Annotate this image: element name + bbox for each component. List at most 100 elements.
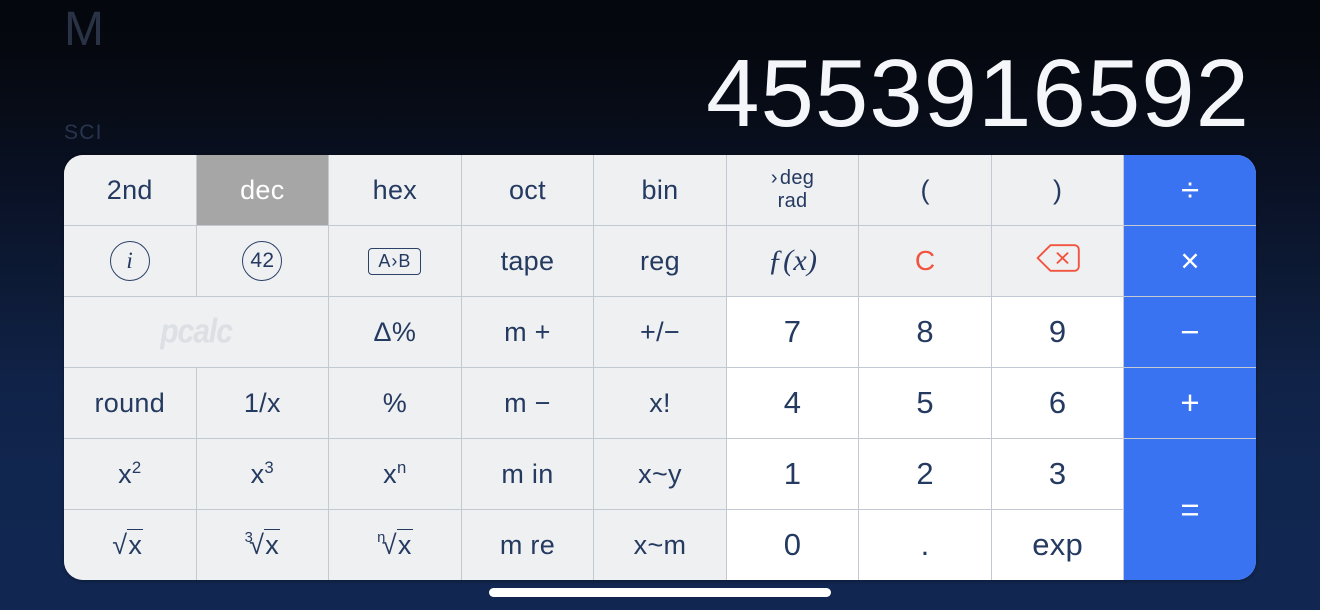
key-delta-percent[interactable]: Δ% (329, 297, 461, 367)
key-sign-toggle[interactable]: +/− (594, 297, 726, 367)
key-reg[interactable]: reg (594, 226, 726, 296)
key-4[interactable]: 4 (726, 368, 859, 438)
key-label: 9 (1048, 314, 1067, 349)
key-cube[interactable]: x3 (196, 439, 329, 509)
key-label: dec (240, 174, 285, 205)
root-glyph: √x (112, 528, 144, 560)
convert-a: A (378, 250, 392, 271)
key-0[interactable]: 0 (726, 510, 859, 580)
deg-rad-stack: › deg rad (771, 167, 814, 213)
key-label: 8 (916, 314, 934, 349)
radicand: x (127, 528, 144, 560)
key-label: m − (504, 387, 551, 418)
root-glyph: √x (249, 528, 281, 560)
home-indicator[interactable] (489, 588, 831, 597)
key-percent[interactable]: % (329, 368, 461, 438)
key-label: 2nd (106, 174, 153, 205)
key-cbrt[interactable]: 3 √x (196, 510, 329, 580)
key-nth-root[interactable]: n √x (329, 510, 461, 580)
key-label: oct (508, 174, 546, 205)
key-label: m re (499, 529, 556, 560)
key-fx[interactable]: ƒ(x) (726, 226, 859, 296)
key-hex[interactable]: hex (329, 155, 461, 225)
key-power-n[interactable]: xn (329, 439, 461, 509)
key-equals[interactable]: = (1124, 439, 1256, 580)
key-1[interactable]: 1 (726, 439, 859, 509)
key-square[interactable]: x2 (64, 439, 196, 509)
key-label: exp (1032, 527, 1084, 562)
key-2[interactable]: 2 (859, 439, 991, 509)
brand-logo: pcalc (64, 297, 329, 367)
key-mem-plus[interactable]: m + (461, 297, 594, 367)
memory-indicator: M (64, 3, 105, 56)
calculator-screen: M SCI 4553916592 2nd dec hex oct bin › de… (0, 0, 1320, 610)
key-tape[interactable]: tape (461, 226, 594, 296)
key-round[interactable]: round (64, 368, 196, 438)
key-sqrt[interactable]: √x (64, 510, 196, 580)
key-paren-close[interactable]: ) (991, 155, 1124, 225)
key-label: . (920, 527, 930, 562)
key-6[interactable]: 6 (991, 368, 1124, 438)
key-label: ) (1053, 174, 1063, 205)
key-label: hex (372, 174, 418, 205)
key-label: 4 (783, 385, 802, 420)
key-paren-open[interactable]: ( (859, 155, 991, 225)
key-label: ƒ(x) (767, 244, 818, 277)
key-label: + (1180, 384, 1200, 421)
key-label: x3 (251, 458, 274, 490)
key-label: 1 (783, 456, 802, 491)
key-minus[interactable]: − (1124, 297, 1256, 367)
key-bin[interactable]: bin (594, 155, 726, 225)
cbrt-icon: 3 √x (245, 528, 281, 561)
key-8[interactable]: 8 (859, 297, 991, 367)
key-label: +/− (640, 316, 680, 347)
key-label: x~y (638, 458, 682, 489)
key-swap-xy[interactable]: x~y (594, 439, 726, 509)
key-reciprocal[interactable]: 1/x (196, 368, 329, 438)
key-convert[interactable]: A›B (329, 226, 461, 296)
key-factorial[interactable]: x! (594, 368, 726, 438)
key-label: − (1180, 313, 1200, 350)
key-divide[interactable]: ÷ (1124, 155, 1256, 225)
key-info[interactable]: i (64, 226, 196, 296)
key-oct[interactable]: oct (461, 155, 594, 225)
key-mem-recall[interactable]: m re (461, 510, 594, 580)
key-backspace[interactable] (991, 226, 1124, 296)
key-label: m + (504, 316, 551, 347)
key-9[interactable]: 9 (991, 297, 1124, 367)
key-5[interactable]: 5 (859, 368, 991, 438)
key-7[interactable]: 7 (726, 297, 859, 367)
exponent: 3 (264, 458, 275, 477)
key-swap-xm[interactable]: x~m (594, 510, 726, 580)
key-label: x2 (118, 458, 141, 490)
key-clear[interactable]: C (859, 226, 991, 296)
key-3[interactable]: 3 (991, 439, 1124, 509)
key-label: tape (500, 245, 555, 276)
key-2nd[interactable]: 2nd (64, 155, 196, 225)
base: x (118, 459, 132, 489)
key-multiply[interactable]: × (1124, 226, 1256, 296)
key-label: = (1180, 490, 1200, 528)
key-mem-minus[interactable]: m − (461, 368, 594, 438)
key-label: 2 (916, 456, 934, 491)
key-decimal[interactable]: . (859, 510, 991, 580)
key-label: ( (920, 174, 930, 205)
key-label: % (382, 387, 408, 418)
key-constants[interactable]: 42 (196, 226, 329, 296)
key-label: ÷ (1181, 171, 1200, 208)
deg-label: deg (779, 167, 815, 189)
display-value: 4553916592 (706, 40, 1250, 147)
nth-root-icon: n √x (377, 528, 413, 561)
key-plus[interactable]: + (1124, 368, 1256, 438)
key-exp[interactable]: exp (991, 510, 1124, 580)
root-glyph: √x (381, 528, 413, 560)
key-label: × (1180, 242, 1200, 279)
key-dec[interactable]: dec (196, 155, 329, 225)
circled-info-icon: i (109, 241, 150, 281)
key-mem-in[interactable]: m in (461, 439, 594, 509)
unit-convert-icon: A›B (368, 247, 422, 275)
key-label: round (94, 387, 166, 418)
key-label: m in (501, 458, 554, 489)
key-label: reg (640, 245, 680, 276)
key-deg-rad[interactable]: › deg rad (726, 155, 859, 225)
